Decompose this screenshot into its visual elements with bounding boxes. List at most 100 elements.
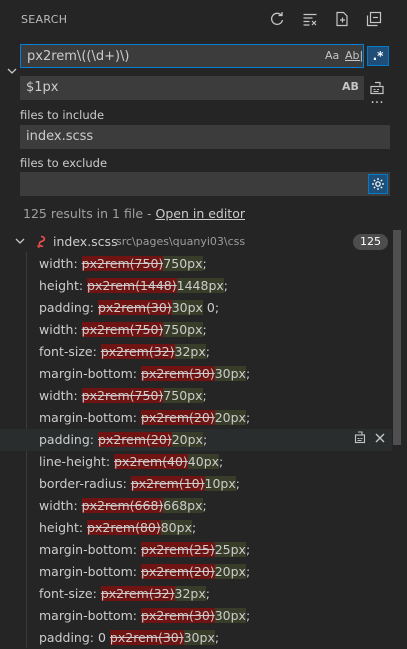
use-regex-toggle[interactable]: .* <box>366 44 390 68</box>
match-property: line-height: <box>39 454 111 469</box>
match-line: margin-bottom: px2rem(30)30px; <box>39 605 250 627</box>
match-deleted-text: px2rem(30) <box>109 630 184 645</box>
match-deleted-text: px2rem(10) <box>130 476 205 491</box>
match-inserted-text: 25px <box>214 542 246 557</box>
match-whole-word-toggle[interactable]: Ab| <box>345 48 363 64</box>
match-row[interactable]: width: px2rem(750)750px; <box>0 319 392 341</box>
clear-results-icon[interactable] <box>300 9 320 29</box>
match-inserted-text: 32px <box>174 344 206 359</box>
match-property: margin-bottom: <box>39 410 138 425</box>
match-row[interactable]: padding: px2rem(30)30px 0; <box>0 297 392 319</box>
match-inserted-text: 668px <box>163 498 203 513</box>
match-row[interactable]: margin-bottom: px2rem(25)25px; <box>0 539 392 561</box>
new-search-editor-icon[interactable] <box>332 9 352 29</box>
match-line: padding: 0 px2rem(30)30px; <box>39 627 219 649</box>
match-property: height: <box>39 520 84 535</box>
match-inserted-text: 80px <box>160 520 192 535</box>
file-result-row[interactable]: index.scss src\pages\quanyi03\css 125 <box>0 232 392 252</box>
scrollbar-thumb[interactable] <box>393 230 401 445</box>
match-suffix: ; <box>245 410 251 425</box>
match-row[interactable]: margin-bottom: px2rem(30)30px; <box>0 605 392 627</box>
open-in-editor-link[interactable]: Open in editor <box>155 206 245 221</box>
match-suffix: ; <box>223 278 229 293</box>
match-line: height: px2rem(1448)1448px; <box>39 275 228 297</box>
include-label: files to include <box>20 108 105 122</box>
match-line: border-radius: px2rem(10)10px; <box>39 473 240 495</box>
match-suffix: ; <box>202 388 207 403</box>
match-row[interactable]: margin-bottom: px2rem(30)30px; <box>0 363 392 385</box>
match-prefix: 0 <box>94 630 110 645</box>
match-inserted-text: 32px <box>174 586 206 601</box>
file-name: index.scss <box>53 234 118 249</box>
preserve-case-toggle[interactable]: AB <box>342 79 359 95</box>
match-line: width: px2rem(750)750px; <box>39 385 207 407</box>
match-row[interactable]: font-size: px2rem(32)32px; <box>0 341 392 363</box>
exclude-input[interactable] <box>20 172 390 196</box>
match-property: font-size: <box>39 586 97 601</box>
include-input[interactable]: index.scss <box>20 125 390 149</box>
include-value: index.scss <box>26 129 94 144</box>
match-inserted-text: 750px <box>163 322 203 337</box>
toggle-replace-chevron-icon[interactable] <box>5 64 19 78</box>
match-line: padding: px2rem(20)20px; <box>39 429 207 451</box>
match-deleted-text: px2rem(30) <box>141 608 215 623</box>
collapse-all-icon[interactable] <box>364 9 384 29</box>
match-property: padding: <box>39 432 95 447</box>
match-property: width: <box>39 322 78 337</box>
results-summary: 125 results in 1 file - Open in editor <box>23 206 245 221</box>
match-suffix: ; <box>214 630 220 645</box>
use-exclude-settings-icon[interactable] <box>368 174 388 194</box>
match-property: width: <box>39 388 78 403</box>
match-deleted-text: px2rem(1448) <box>87 278 177 293</box>
match-line: margin-bottom: px2rem(20)20px; <box>39 561 250 583</box>
match-row[interactable]: border-radius: px2rem(10)10px; <box>0 473 392 495</box>
panel-title: SEARCH <box>21 13 68 26</box>
match-line: width: px2rem(750)750px; <box>39 253 207 275</box>
file-path: src\pages\quanyi03\css <box>116 235 246 248</box>
match-row[interactable]: padding: 0 px2rem(30)30px; <box>0 627 392 649</box>
match-suffix: ; <box>202 256 207 271</box>
match-property: height: <box>39 278 84 293</box>
match-row[interactable]: width: px2rem(750)750px; <box>0 253 392 275</box>
match-suffix: ; <box>202 432 208 447</box>
match-row[interactable]: width: px2rem(750)750px; <box>0 385 392 407</box>
more-options-icon[interactable]: ··· <box>369 96 385 112</box>
match-deleted-text: px2rem(668) <box>81 498 164 513</box>
match-suffix: ; <box>202 322 207 337</box>
search-input[interactable]: px2rem\((\d+)\) Aa Ab| <box>20 44 364 68</box>
match-row[interactable]: font-size: px2rem(32)32px; <box>0 583 392 605</box>
match-line: margin-bottom: px2rem(20)20px; <box>39 407 250 429</box>
match-property: margin-bottom: <box>39 366 138 381</box>
match-inserted-text: 30px <box>183 630 215 645</box>
replace-match-icon[interactable] <box>354 429 366 451</box>
match-inserted-text: 1448px <box>176 278 224 293</box>
match-row[interactable]: height: px2rem(1448)1448px; <box>0 275 392 297</box>
match-row[interactable]: margin-bottom: px2rem(20)20px; <box>0 561 392 583</box>
match-row[interactable]: width: px2rem(668)668px; <box>0 495 392 517</box>
replace-input[interactable]: $1px AB <box>20 76 364 100</box>
match-property: padding: <box>39 300 95 315</box>
match-inserted-text: 750px <box>163 256 203 271</box>
dismiss-match-icon[interactable] <box>374 429 386 451</box>
match-inserted-text: 40px <box>187 454 220 469</box>
match-inserted-text: 20px <box>214 410 246 425</box>
regex-icon: .* <box>367 46 389 66</box>
file-collapse-chevron-icon[interactable] <box>14 235 26 250</box>
match-suffix: ; <box>245 608 251 623</box>
exclude-label: files to exclude <box>20 156 108 170</box>
match-line: font-size: px2rem(32)32px; <box>39 341 210 363</box>
match-case-toggle[interactable]: Aa <box>325 48 339 64</box>
match-property: margin-bottom: <box>39 542 138 557</box>
match-deleted-text: px2rem(750) <box>81 322 164 337</box>
match-row[interactable]: height: px2rem(80)80px; <box>0 517 392 539</box>
match-line: height: px2rem(80)80px; <box>39 517 196 539</box>
refresh-icon[interactable] <box>267 9 287 29</box>
match-property: margin-bottom: <box>39 564 138 579</box>
match-inserted-text: 30px <box>214 366 246 381</box>
match-row[interactable]: line-height: px2rem(40)40px; <box>0 451 392 473</box>
match-row[interactable]: padding: px2rem(20)20px; <box>0 429 392 451</box>
match-suffix: ; <box>219 454 224 469</box>
match-deleted-text: px2rem(20) <box>141 564 215 579</box>
match-row[interactable]: margin-bottom: px2rem(20)20px; <box>0 407 392 429</box>
match-suffix: ; <box>205 344 210 359</box>
